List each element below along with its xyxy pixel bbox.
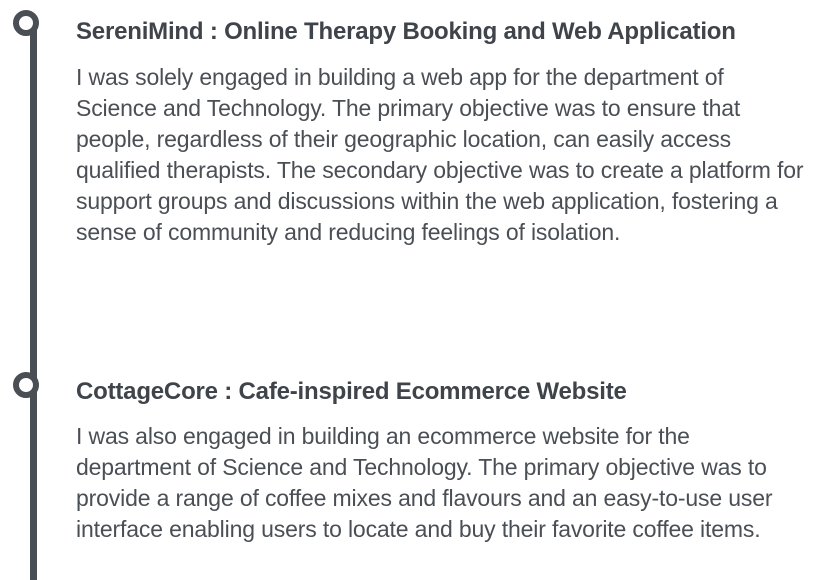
timeline-entry-cottagecore: CottageCore : Cafe-inspired Ecommerce We…: [76, 376, 806, 545]
timeline-entry-serenimind: SereniMind : Online Therapy Booking and …: [76, 16, 806, 248]
timeline-marker-icon: [13, 372, 39, 398]
entry-description: I was solely engaged in building a web a…: [76, 64, 804, 245]
entry-description: I was also engaged in building an ecomme…: [76, 423, 773, 542]
timeline-marker-icon: [13, 10, 39, 36]
entry-title: SereniMind : Online Therapy Booking and …: [76, 18, 736, 45]
timeline-line: [30, 20, 37, 580]
entry-title: CottageCore : Cafe-inspired Ecommerce We…: [76, 378, 627, 405]
experience-timeline: SereniMind : Online Therapy Booking and …: [0, 0, 819, 580]
